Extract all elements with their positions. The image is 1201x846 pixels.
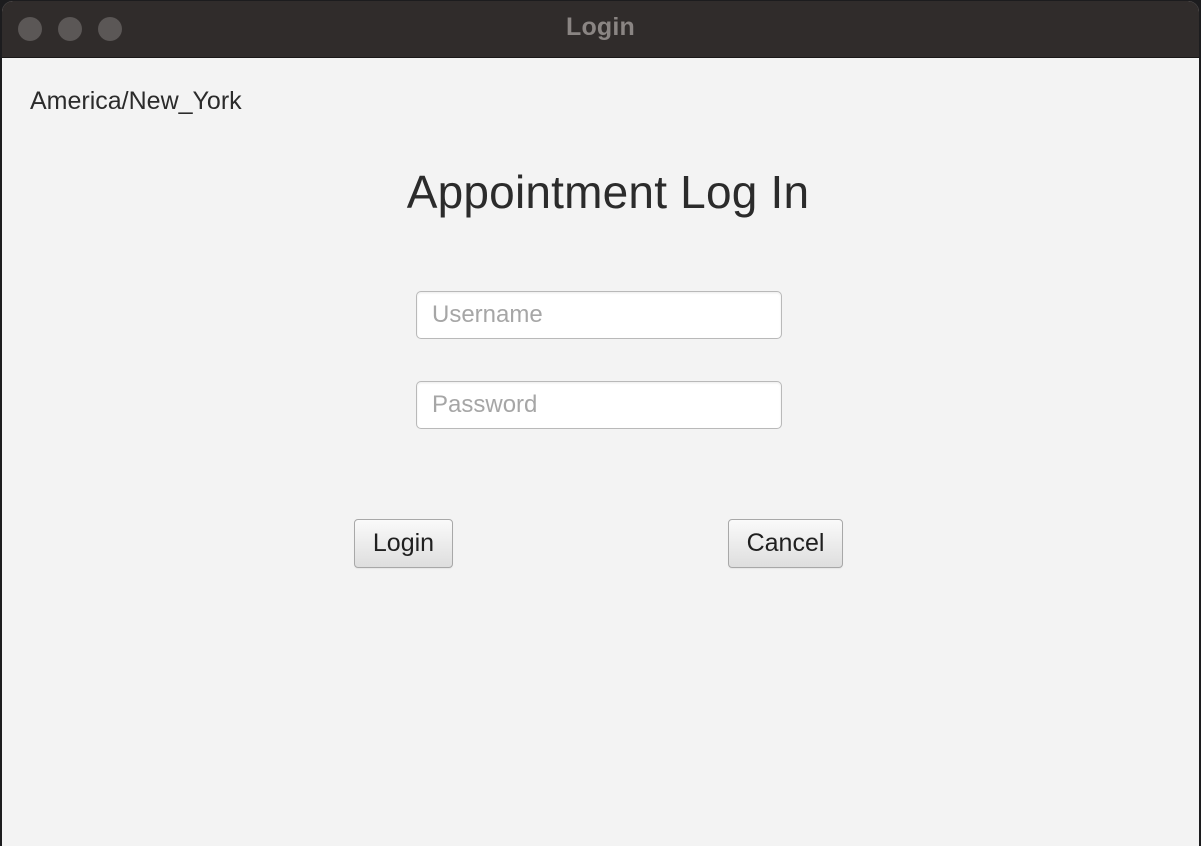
username-input[interactable]: [417, 292, 781, 338]
password-field-container: [416, 381, 782, 429]
username-field-container: [416, 291, 782, 339]
password-input[interactable]: [417, 382, 781, 428]
cancel-button[interactable]: Cancel: [728, 519, 843, 568]
login-form: America/New_York Appointment Log In Logi…: [2, 58, 1199, 846]
timezone-label: America/New_York: [30, 87, 242, 115]
login-window: Login America/New_York Appointment Log I…: [2, 1, 1199, 846]
title-bar[interactable]: Login: [2, 1, 1199, 58]
page-title: Appointment Log In: [406, 166, 810, 218]
window-title: Login: [565, 13, 636, 41]
login-button[interactable]: Login: [354, 519, 453, 568]
